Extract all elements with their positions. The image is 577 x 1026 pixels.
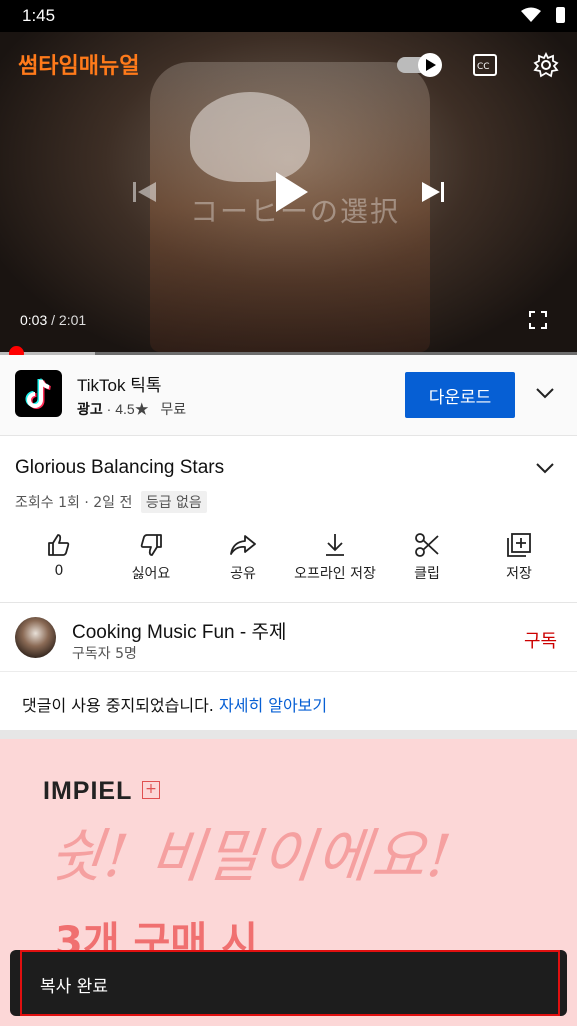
dislike-icon — [106, 531, 196, 559]
share-icon — [198, 531, 288, 559]
views-text: 조회수 1회 · 2일 전 — [15, 495, 133, 511]
previous-icon[interactable] — [132, 180, 158, 208]
fullscreen-icon[interactable] — [529, 311, 547, 333]
like-button[interactable]: 0 — [14, 531, 104, 579]
channel-avatar[interactable] — [15, 617, 56, 658]
toast: 복사 완료 — [10, 950, 567, 1016]
time-separator: / — [47, 312, 59, 328]
video-time: 0:03 / 2:01 — [20, 312, 86, 328]
clip-label: 클립 — [414, 566, 440, 582]
play-icon[interactable] — [274, 170, 310, 218]
like-count: 0 — [54, 563, 64, 579]
comments-disabled-text: 댓글이 사용 중지되었습니다. — [22, 696, 214, 715]
banner-handwriting: 쉿! 비밀이에요! — [45, 822, 457, 890]
dislike-button[interactable]: 싫어요 — [106, 531, 196, 583]
wifi-icon — [521, 7, 541, 27]
download-button[interactable]: 다운로드 — [405, 372, 515, 418]
banner-brand: IMPIEL — [43, 777, 133, 805]
action-bar: 0 싫어요 공유 오프라인 저장 클립 저장 — [0, 531, 577, 591]
save-button[interactable]: 저장 — [474, 531, 564, 583]
channel-name: Cooking Music Fun - 주제 — [72, 622, 287, 643]
video-player[interactable]: コーヒーの選択 썸타임매뉴얼 CC 0:03 / 2:01 — [0, 32, 577, 354]
ad-meta: 광고 · 4.5★ 무료 — [77, 399, 186, 419]
settings-icon[interactable] — [533, 51, 559, 82]
subscribe-button[interactable]: 구독 — [524, 627, 557, 653]
rating-badge: 등급 없음 — [140, 491, 207, 513]
section-divider — [0, 730, 577, 739]
tiktok-logo-icon — [15, 370, 62, 417]
brand-plus-icon: + — [142, 781, 160, 799]
battery-icon — [556, 7, 565, 23]
clip-icon — [382, 531, 472, 559]
video-title: Glorious Balancing Stars — [15, 457, 225, 478]
toast-text: 복사 완료 — [40, 977, 108, 997]
chevron-down-icon[interactable] — [535, 385, 555, 404]
learn-more-link[interactable]: 자세히 알아보기 — [219, 696, 327, 715]
share-button[interactable]: 공유 — [198, 531, 288, 583]
share-label: 공유 — [230, 566, 256, 582]
expand-description-icon[interactable] — [535, 460, 555, 479]
clip-button[interactable]: 클립 — [382, 531, 472, 583]
save-playlist-icon — [474, 531, 564, 559]
ad-rating: 4.5 — [115, 401, 135, 417]
like-icon — [14, 531, 104, 559]
dislike-label: 싫어요 — [131, 566, 171, 582]
channel-row[interactable]: Cooking Music Fun - 주제 구독자 5명 구독 — [0, 603, 577, 672]
offline-save-label: 오프라인 저장 — [294, 566, 376, 582]
svg-text:CC: CC — [477, 62, 490, 72]
next-icon[interactable] — [420, 180, 446, 208]
autoplay-toggle-icon[interactable] — [397, 52, 445, 82]
current-time: 0:03 — [20, 312, 48, 328]
ad-card[interactable]: TikTok 틱톡 광고 · 4.5★ 무료 다운로드 — [0, 355, 577, 436]
video-info: Glorious Balancing Stars 조회수 1회 · 2일 전 등… — [0, 436, 577, 603]
video-frame-cream — [190, 92, 310, 182]
star-icon: ★ — [134, 401, 149, 417]
duration: 2:01 — [58, 312, 87, 328]
status-time: 1:45 — [22, 6, 56, 25]
ad-dot: · — [102, 401, 116, 417]
subscriber-count: 구독자 5명 — [72, 646, 137, 662]
comments-message: 댓글이 사용 중지되었습니다. 자세히 알아보기 — [22, 692, 327, 716]
captions-icon[interactable]: CC — [473, 54, 497, 80]
channel-watermark: 썸타임매뉴얼 — [18, 54, 140, 79]
save-label: 저장 — [506, 566, 532, 582]
comments-disabled-notice: 댓글이 사용 중지되었습니다. 자세히 알아보기 — [0, 672, 577, 730]
status-bar: 1:45 — [0, 0, 577, 32]
download-icon — [290, 531, 380, 559]
ad-app-name: TikTok 틱톡 — [77, 376, 162, 395]
offline-save-button[interactable]: 오프라인 저장 — [290, 531, 380, 583]
video-views: 조회수 1회 · 2일 전 등급 없음 — [15, 491, 207, 513]
ad-label: 광고 — [77, 401, 103, 417]
ad-price: 무료 — [160, 401, 187, 417]
